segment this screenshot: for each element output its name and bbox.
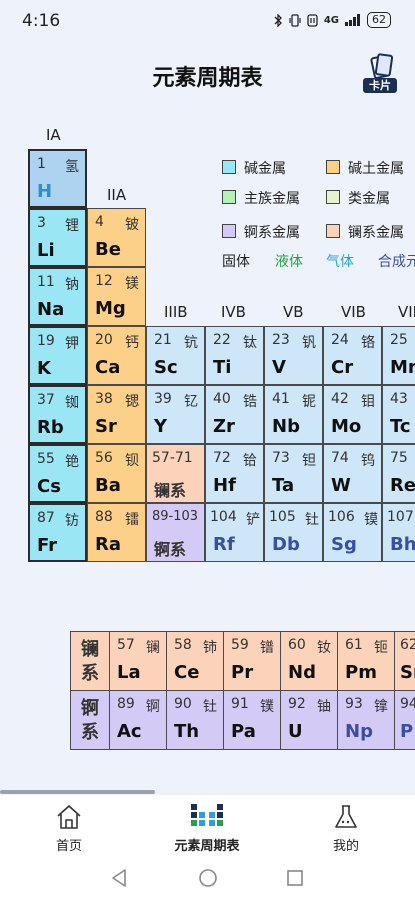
legend-state-synthetic: 合成元 (378, 254, 415, 270)
element-cell-ba[interactable]: 56 钡 Ba (87, 444, 146, 503)
element-cell-rb[interactable]: 37 铷 Rb (28, 385, 87, 444)
group-label-ia: IA (46, 126, 61, 144)
page-title: 元素周期表 (152, 66, 263, 91)
element-cell-ta[interactable]: 73 钽 Ta (264, 444, 323, 503)
element-cell-na[interactable]: 11 钠 Na (28, 267, 87, 326)
element-cell-np[interactable]: 93 镎 Np (337, 690, 395, 750)
element-cell-mn[interactable]: 25 Mn (382, 326, 415, 385)
bottom-nav: 首页 元素周期表 我的 (0, 795, 415, 855)
horizontal-scrollbar[interactable] (0, 790, 155, 794)
cards-icon (368, 52, 394, 80)
home-icon (14, 803, 124, 831)
actinide-row-label: 锕系 (70, 690, 110, 750)
card-mode-label: 卡片 (363, 78, 397, 93)
element-cell-sm[interactable]: 62Sm (394, 631, 415, 691)
element-cell-zr[interactable]: 40 锆 Zr (205, 385, 264, 444)
nav-label-periodic-table: 元素周期表 (174, 839, 240, 854)
home-circle-icon[interactable] (198, 868, 218, 888)
element-cell-li[interactable]: 3 锂 Li (28, 208, 87, 267)
element-cell-h[interactable]: 1氢H (28, 149, 87, 208)
group-label-vb: VB (283, 303, 304, 321)
element-cell-hf[interactable]: 72 铪 Hf (205, 444, 264, 503)
nav-label-home: 首页 (55, 839, 82, 854)
group-label-iiib: IIIB (164, 303, 188, 321)
element-cell-v[interactable]: 23 钒 V (264, 326, 323, 385)
group-label-vib: VIB (341, 303, 366, 321)
element-cell-db[interactable]: 105 钍 Db (264, 503, 323, 562)
element-cell-u[interactable]: 92 铀 U (280, 690, 338, 750)
actinide-series-cell[interactable]: 89-103 锕系 (146, 503, 205, 562)
element-cell-ca[interactable]: 20 钙 Ca (87, 326, 146, 385)
element-cell-ti[interactable]: 22 钛 Ti (205, 326, 264, 385)
group-label-ivb: IVB (221, 303, 246, 321)
element-cell-pr[interactable]: 59 镨 Pr (223, 631, 281, 691)
element-cell-cs[interactable]: 55 铯 Cs (28, 444, 87, 503)
element-cell-pu[interactable]: 94 P (394, 690, 415, 750)
legend-state-solid: 固体 (222, 254, 250, 270)
group-label-viib: VII (398, 303, 415, 321)
status-time: 4:16 (22, 11, 61, 31)
status-icons: 4G 62 (274, 12, 391, 28)
nav-item-home[interactable]: 首页 (14, 803, 124, 854)
flask-icon (291, 803, 401, 831)
card-mode-button[interactable]: 卡片 (360, 52, 398, 94)
element-cell-ac[interactable]: 89 锕 Ac (109, 690, 167, 750)
back-icon[interactable] (110, 868, 128, 888)
nav-label-mine: 我的 (332, 839, 359, 854)
nav-item-periodic-table[interactable]: 元素周期表 (152, 803, 262, 854)
element-cell-cr[interactable]: 24 铬 Cr (323, 326, 382, 385)
element-cell-pm[interactable]: 61 钷 Pm (337, 631, 395, 691)
legend-state-liquid: 液体 (275, 254, 303, 270)
element-cell-nd[interactable]: 60 钕 Nd (280, 631, 338, 691)
element-cell-th[interactable]: 90 钍 Th (166, 690, 224, 750)
element-cell-sg[interactable]: 106 镆 Sg (323, 503, 382, 562)
bluetooth-icon (274, 13, 282, 27)
element-cell-mg[interactable]: 12 镁 Mg (87, 267, 146, 326)
element-cell-ra[interactable]: 88 镭 Ra (87, 503, 146, 562)
legend-state-gas: 气体 (326, 254, 354, 270)
recents-icon[interactable] (286, 869, 304, 887)
element-cell-mo[interactable]: 42 钼 Mo (323, 385, 382, 444)
element-cell-k[interactable]: 19 钾 K (28, 326, 87, 385)
lanthanide-row-label: 镧系 (70, 631, 110, 691)
element-cell-y[interactable]: 39 钇 Y (146, 385, 205, 444)
battery-indicator: 62 (367, 12, 391, 28)
element-cell-la[interactable]: 57 镧 La (109, 631, 167, 691)
element-cell-sc[interactable]: 21 钪 Sc (146, 326, 205, 385)
element-cell-fr[interactable]: 87 钫 Fr (28, 503, 87, 562)
group-label-iia: IIA (107, 186, 127, 204)
vibrate-icon (289, 13, 301, 27)
element-cell-tc[interactable]: 43 Tc (382, 385, 415, 444)
element-cell-sr[interactable]: 38 锶 Sr (87, 385, 146, 444)
element-cell-be[interactable]: 4 铍 Be (87, 208, 146, 267)
nfc-icon (307, 13, 318, 27)
system-nav-bar (0, 855, 415, 900)
element-cell-w[interactable]: 74 钨 W (323, 444, 382, 503)
nav-item-mine[interactable]: 我的 (291, 803, 401, 854)
signal-icon (345, 14, 360, 26)
element-cell-ce[interactable]: 58 铈 Ce (166, 631, 224, 691)
element-cell-rf[interactable]: 104 铲 Rf (205, 503, 264, 562)
status-bar: 4:16 4G 62 (0, 0, 415, 40)
grid-icon (152, 803, 262, 831)
element-cell-nb[interactable]: 41 铌 Nb (264, 385, 323, 444)
element-cell-pa[interactable]: 91 镤 Pa (223, 690, 281, 750)
element-cell-bh[interactable]: 107 Bh (382, 503, 415, 562)
element-cell-re[interactable]: 75 Re (382, 444, 415, 503)
network-type: 4G (323, 14, 339, 26)
lanthanide-series-cell[interactable]: 57-71 镧系 (146, 444, 205, 503)
